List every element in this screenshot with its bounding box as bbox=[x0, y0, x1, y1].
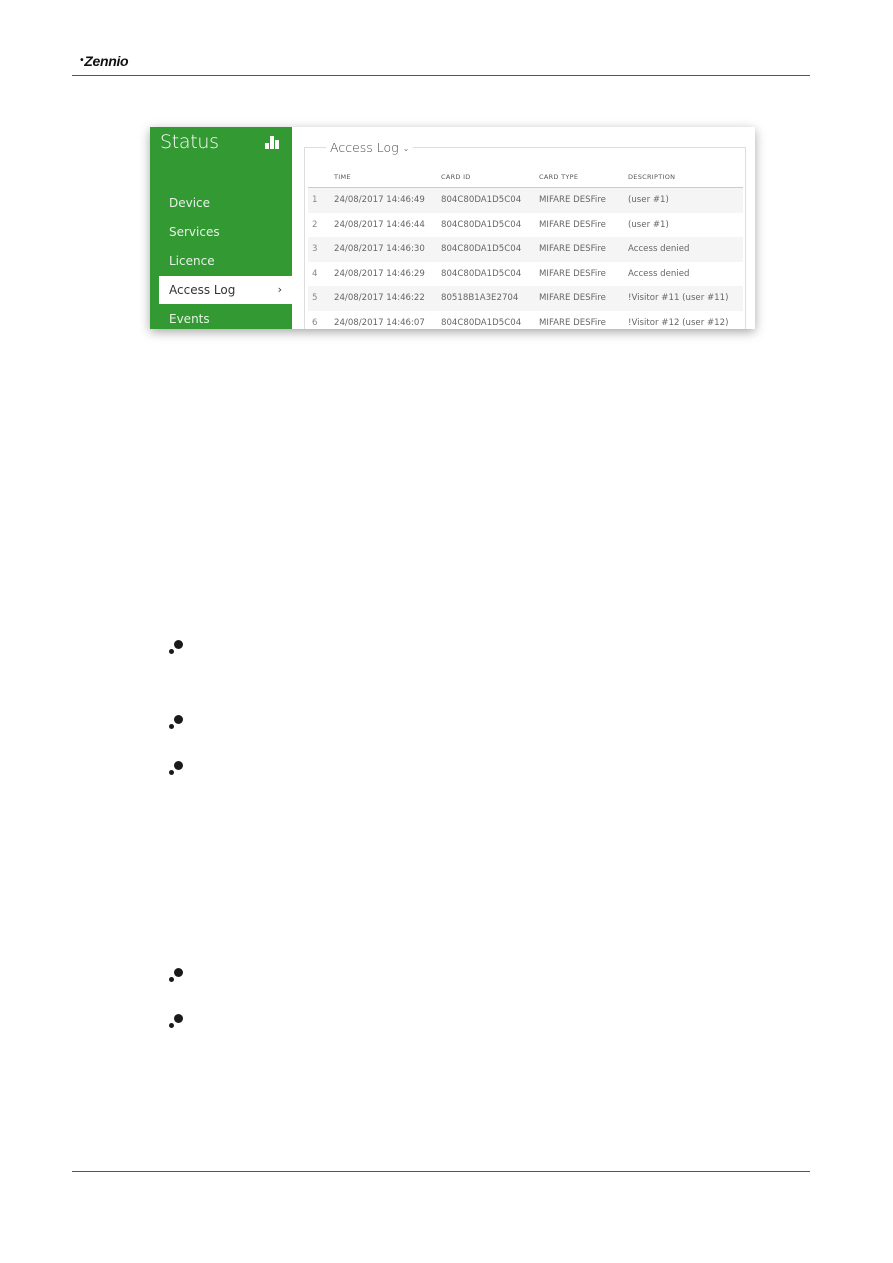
card-id-cell: 80518B1A3E2704 bbox=[440, 286, 538, 311]
time-cell: 24/08/2017 14:46:22 bbox=[333, 286, 440, 311]
sidebar-item-label: Access Log bbox=[169, 283, 236, 297]
time-cell: 24/08/2017 14:46:29 bbox=[334, 268, 425, 279]
row-number: 5 bbox=[308, 286, 333, 311]
sidebar-item-events[interactable]: Events bbox=[159, 305, 292, 329]
card-type-cell: MIFARE DESFire bbox=[538, 286, 627, 311]
description-cell: (user #1) bbox=[627, 187, 743, 213]
time-cell: 24/08/2017 14:46:49 bbox=[333, 187, 440, 213]
footer-divider bbox=[72, 1171, 810, 1172]
chevron-right-icon: › bbox=[277, 283, 282, 296]
bar-chart-icon bbox=[265, 135, 281, 149]
time-cell: 24/08/2017 14:46:30 bbox=[333, 237, 440, 262]
time-cell: 24/08/2017 14:46:44 bbox=[334, 219, 425, 230]
card-type-cell: MIFARE DESFire bbox=[538, 237, 627, 262]
sidebar-item-device[interactable]: Device bbox=[159, 189, 292, 217]
zennio-bullet-icon bbox=[168, 1014, 186, 1030]
column-header-card-type: CARD TYPE bbox=[538, 167, 627, 188]
row-number: 2 bbox=[312, 219, 318, 230]
zennio-bullet-icon bbox=[168, 640, 186, 656]
row-number: 3 bbox=[308, 237, 333, 262]
chevron-down-icon: ⌄ bbox=[402, 144, 410, 153]
zennio-bullet-icon bbox=[168, 761, 186, 777]
time-cell: 24/08/2017 14:46:07 bbox=[334, 317, 425, 328]
description-cell: !Visitor #11 (user #11) bbox=[627, 286, 743, 311]
column-header-time: TIME bbox=[333, 167, 440, 188]
sidebar-item-licence[interactable]: Licence bbox=[159, 247, 292, 275]
card-type-cell: MIFARE DESFire bbox=[539, 317, 606, 328]
column-header-num bbox=[308, 167, 333, 188]
card-type-cell: MIFARE DESFire bbox=[538, 187, 627, 213]
sidebar-item-label: Services bbox=[169, 225, 220, 239]
card-type-cell: MIFARE DESFire bbox=[539, 219, 606, 230]
card-id-cell: 804C80DA1D5C04 bbox=[441, 317, 522, 328]
logo-text: Zennio bbox=[84, 53, 129, 69]
column-header-card-id: CARD ID bbox=[440, 167, 538, 188]
access-log-table: TIME CARD ID CARD TYPE DESCRIPTION 1 24/0… bbox=[308, 167, 743, 329]
card-id-cell: 804C80DA1D5C04 bbox=[440, 187, 538, 213]
zennio-bullet-icon bbox=[168, 968, 186, 984]
zennio-bullet-icon bbox=[168, 715, 186, 731]
row-number: 6 bbox=[312, 317, 318, 328]
main-panel: Access Log ⌄ TIME CARD ID CARD TYPE DESCR… bbox=[292, 127, 755, 329]
logo-mark: • bbox=[80, 55, 84, 66]
column-header-description: DESCRIPTION bbox=[627, 167, 743, 188]
table-row[interactable]: 4 24/08/2017 14:46:29 804C80DA1D5C04 MIFARE… bbox=[308, 262, 743, 287]
sidebar-item-label: Events bbox=[169, 312, 210, 326]
row-number: 4 bbox=[312, 268, 318, 279]
table-header: TIME CARD ID CARD TYPE DESCRIPTION bbox=[308, 167, 743, 188]
panel-title-dropdown[interactable]: Access Log ⌄ bbox=[326, 140, 414, 155]
description-cell: !Visitor #12 (user #12) bbox=[628, 317, 729, 328]
sidebar: Status Device Services Licence Access Lo… bbox=[150, 127, 292, 329]
description-cell: Access denied bbox=[627, 237, 743, 262]
card-id-cell: 804C80DA1D5C04 bbox=[441, 219, 522, 230]
table-row[interactable]: 5 24/08/2017 14:46:22 80518B1A3E2704 MIFARE… bbox=[308, 286, 743, 311]
sidebar-title: Status bbox=[160, 131, 219, 153]
panel-title: Access Log bbox=[330, 140, 399, 155]
row-number: 1 bbox=[308, 187, 333, 213]
sidebar-item-label: Device bbox=[169, 196, 211, 210]
table-row[interactable]: 6 24/08/2017 14:46:07 804C80DA1D5C04 MIFARE… bbox=[308, 311, 743, 330]
header-divider bbox=[72, 75, 810, 76]
card-id-cell: 804C80DA1D5C04 bbox=[440, 237, 538, 262]
description-cell: Access denied bbox=[628, 268, 690, 279]
card-type-cell: MIFARE DESFire bbox=[539, 268, 606, 279]
sidebar-item-access-log[interactable]: Access Log › bbox=[159, 276, 292, 304]
table-row[interactable]: 1 24/08/2017 14:46:49 804C80DA1D5C04 MIFARE… bbox=[308, 187, 743, 213]
sidebar-item-services[interactable]: Services bbox=[159, 218, 292, 246]
description-cell: (user #1) bbox=[628, 219, 669, 230]
table-row[interactable]: 3 24/08/2017 14:46:30 804C80DA1D5C04 MIFARE… bbox=[308, 237, 743, 262]
table-row[interactable]: 2 24/08/2017 14:46:44 804C80DA1D5C04 MIFARE… bbox=[308, 213, 743, 238]
zennio-logo: •Zennio bbox=[80, 53, 129, 69]
access-log-screenshot: Status Device Services Licence Access Lo… bbox=[150, 127, 755, 329]
card-id-cell: 804C80DA1D5C04 bbox=[441, 268, 522, 279]
sidebar-item-label: Licence bbox=[169, 254, 215, 268]
